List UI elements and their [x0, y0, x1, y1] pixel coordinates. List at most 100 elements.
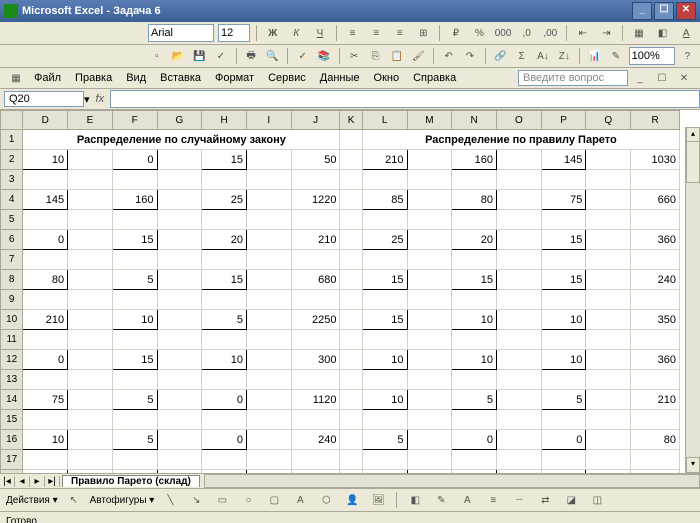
preview-button[interactable]: 🔍	[264, 46, 281, 66]
cell[interactable]: 160	[452, 150, 497, 170]
cell[interactable]	[246, 270, 291, 290]
cell[interactable]	[112, 170, 157, 190]
cell[interactable]	[496, 210, 541, 230]
cell[interactable]: 660	[631, 190, 680, 210]
cell[interactable]: 15	[202, 150, 247, 170]
italic-button[interactable]: К	[287, 23, 307, 43]
cell[interactable]	[407, 170, 452, 190]
cell[interactable]	[340, 410, 362, 430]
cell[interactable]: 0	[541, 470, 586, 474]
row-16[interactable]: 16	[1, 430, 23, 450]
cell[interactable]	[157, 270, 202, 290]
namebox-dropdown-icon[interactable]: ▾	[84, 93, 90, 106]
cell[interactable]	[362, 370, 407, 390]
line-button[interactable]: ╲	[160, 490, 180, 510]
cell[interactable]	[291, 250, 340, 270]
cell[interactable]	[452, 210, 497, 230]
cell[interactable]	[407, 470, 452, 474]
cell[interactable]	[157, 190, 202, 210]
tab-last-button[interactable]: ▸|	[45, 476, 60, 487]
cell[interactable]: 0	[112, 150, 157, 170]
row-18[interactable]: 18	[1, 470, 23, 474]
cell[interactable]	[112, 330, 157, 350]
row-7[interactable]: 7	[1, 250, 23, 270]
font-size-box[interactable]	[218, 24, 250, 42]
cell[interactable]	[23, 450, 68, 470]
cell[interactable]	[112, 250, 157, 270]
cell[interactable]	[496, 430, 541, 450]
cell[interactable]	[68, 270, 113, 290]
cell[interactable]	[541, 410, 586, 430]
cell[interactable]	[68, 410, 113, 430]
row-6[interactable]: 6	[1, 230, 23, 250]
cell[interactable]	[496, 450, 541, 470]
cell[interactable]	[541, 370, 586, 390]
cell[interactable]	[496, 390, 541, 410]
cell[interactable]: 25	[362, 230, 407, 250]
cell[interactable]: 5	[112, 430, 157, 450]
col-O[interactable]: O	[496, 111, 541, 130]
cell[interactable]	[202, 290, 247, 310]
cell[interactable]	[157, 410, 202, 430]
zoom-box[interactable]	[629, 47, 675, 65]
cell[interactable]	[157, 290, 202, 310]
cell[interactable]	[340, 270, 362, 290]
cell[interactable]: 5	[112, 390, 157, 410]
font-color-button-2[interactable]: A	[457, 490, 477, 510]
cell[interactable]: 5	[541, 390, 586, 410]
cell[interactable]	[23, 290, 68, 310]
cell[interactable]: 80	[631, 430, 680, 450]
percent-button[interactable]: %	[470, 23, 490, 43]
cell[interactable]	[23, 210, 68, 230]
worksheet-grid[interactable]: DEFGHIJKLMNOPQR 1Распределение по случай…	[0, 110, 700, 473]
cell[interactable]: 80	[23, 270, 68, 290]
cell[interactable]	[68, 470, 113, 474]
menu-help[interactable]: Справка	[407, 70, 462, 86]
doc-restore[interactable]: ☐	[652, 68, 672, 88]
cell[interactable]	[362, 250, 407, 270]
cell[interactable]: 5	[452, 390, 497, 410]
cell[interactable]	[496, 410, 541, 430]
cell[interactable]: 85	[112, 470, 157, 474]
col-H[interactable]: H	[202, 111, 247, 130]
cell[interactable]	[246, 150, 291, 170]
cell[interactable]	[246, 390, 291, 410]
cell[interactable]	[586, 410, 631, 430]
cell[interactable]	[541, 290, 586, 310]
cell[interactable]: 20	[452, 230, 497, 250]
cell[interactable]	[340, 390, 362, 410]
align-center-button[interactable]: ≡	[366, 23, 386, 43]
cell[interactable]: 0	[452, 430, 497, 450]
menu-edit[interactable]: Правка	[69, 70, 118, 86]
cell[interactable]	[586, 230, 631, 250]
actions-menu[interactable]: Действия ▾	[6, 495, 58, 506]
cell[interactable]	[68, 290, 113, 310]
cell[interactable]	[407, 150, 452, 170]
row-2[interactable]: 2	[1, 150, 23, 170]
cell[interactable]: 5	[202, 310, 247, 330]
row-13[interactable]: 13	[1, 370, 23, 390]
cell[interactable]	[112, 290, 157, 310]
cell[interactable]: 10	[23, 150, 68, 170]
decrease-indent-button[interactable]: ⇤	[573, 23, 593, 43]
row-8[interactable]: 8	[1, 270, 23, 290]
cell[interactable]	[541, 170, 586, 190]
cell[interactable]	[246, 190, 291, 210]
cell[interactable]: 1120	[291, 390, 340, 410]
cell[interactable]	[68, 370, 113, 390]
chart-button[interactable]: 📊	[586, 46, 603, 66]
cell[interactable]	[407, 430, 452, 450]
cell[interactable]	[68, 330, 113, 350]
cell[interactable]	[586, 210, 631, 230]
cell[interactable]	[586, 250, 631, 270]
cell[interactable]	[23, 370, 68, 390]
cell[interactable]: 10	[541, 350, 586, 370]
cell[interactable]	[407, 390, 452, 410]
cell[interactable]: 145	[23, 190, 68, 210]
row-9[interactable]: 9	[1, 290, 23, 310]
cell[interactable]	[362, 290, 407, 310]
cell[interactable]	[157, 370, 202, 390]
cell[interactable]	[246, 370, 291, 390]
row-10[interactable]: 10	[1, 310, 23, 330]
cell[interactable]: 5	[112, 270, 157, 290]
